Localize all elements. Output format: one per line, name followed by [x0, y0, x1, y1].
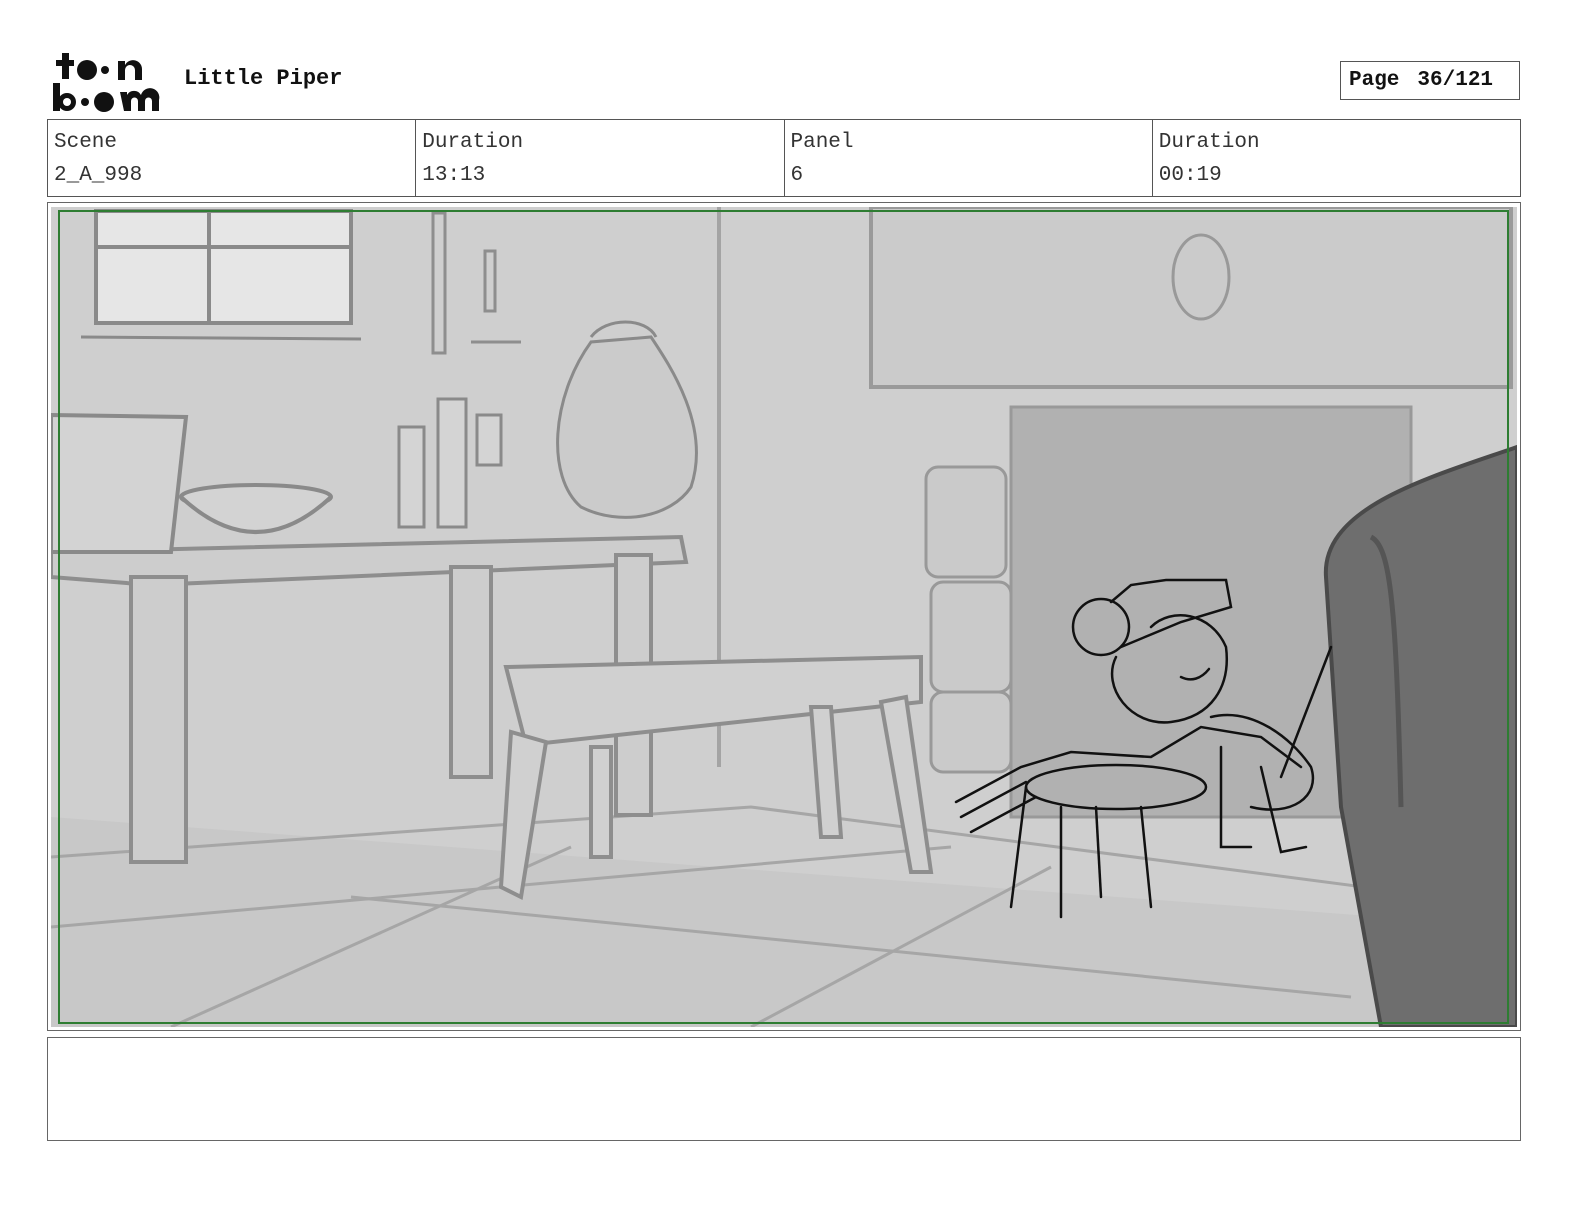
- page-number: 36/121: [1417, 69, 1494, 92]
- page-indicator: Page 36/121: [1340, 61, 1520, 100]
- panel-notes[interactable]: [47, 1037, 1521, 1141]
- panel-cell: Panel 6: [785, 120, 1153, 196]
- scene-cell: Scene 2_A_998: [48, 120, 417, 196]
- page-label: Page: [1349, 69, 1400, 92]
- scene-duration-value: 13:13: [422, 164, 486, 187]
- toon-boom-logo: [53, 53, 160, 112]
- scene-duration-label: Duration: [422, 131, 524, 154]
- scene-value: 2_A_998: [54, 164, 143, 187]
- panel-duration-value: 00:19: [1158, 164, 1222, 187]
- scene-label: Scene: [54, 131, 118, 154]
- panel-label: Panel: [790, 131, 854, 154]
- project-title: Little Piper: [184, 66, 343, 91]
- scene-duration-cell: Duration 13:13: [416, 120, 785, 196]
- panel-drawing: [51, 207, 1517, 1027]
- storyboard-panel: [47, 202, 1521, 1031]
- window-sketch: [80, 209, 362, 341]
- panel-duration-label: Duration: [1158, 131, 1260, 154]
- panel-value: 6: [790, 164, 804, 187]
- scene-info-row: Scene 2_A_998 Duration 13:13 Panel 6 Dur…: [47, 119, 1521, 197]
- panel-duration-cell: Duration 00:19: [1153, 120, 1520, 196]
